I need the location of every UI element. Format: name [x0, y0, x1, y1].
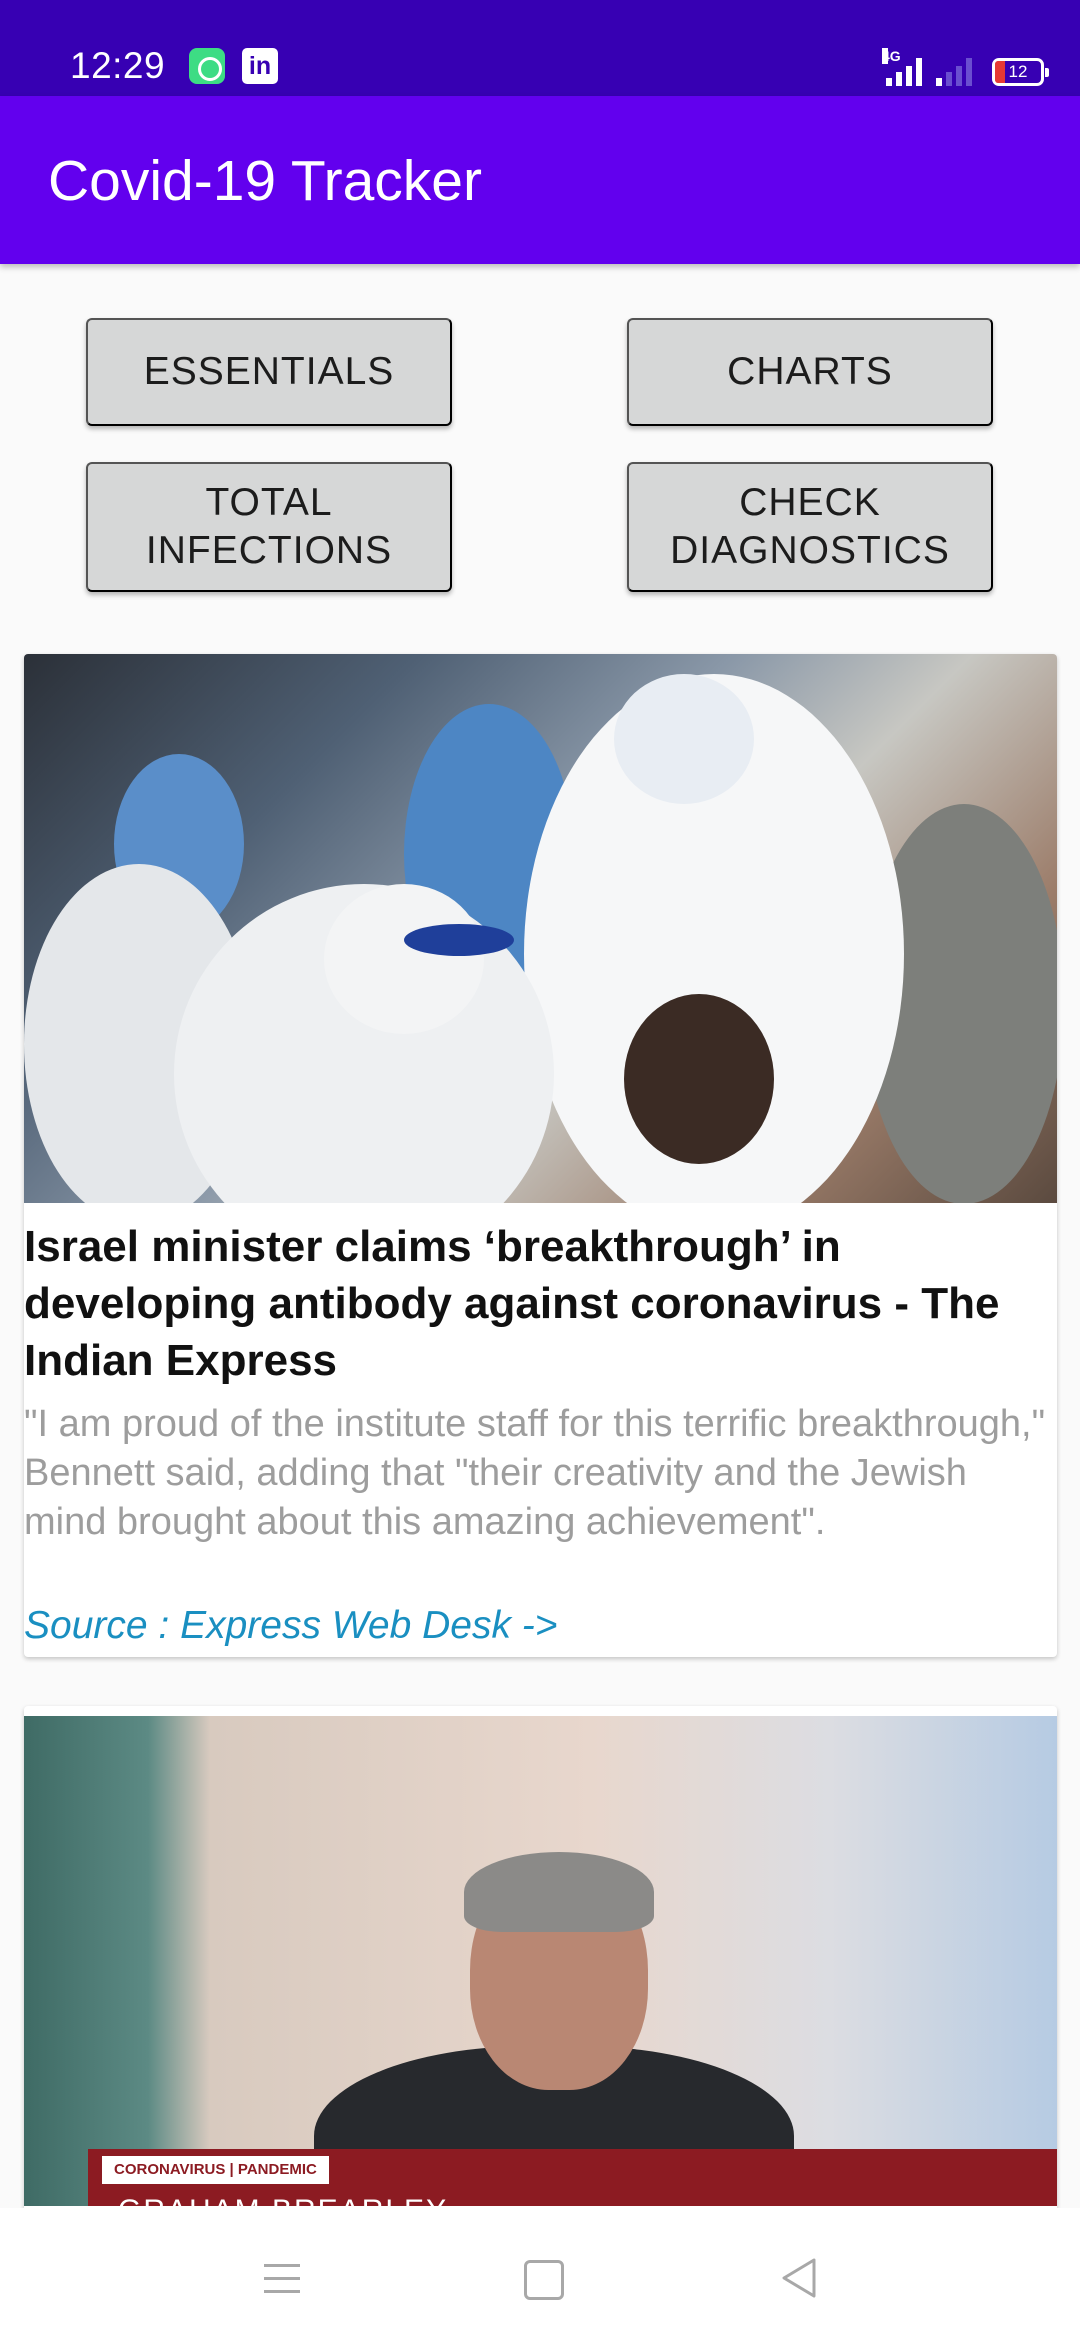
chat-bubble-icon: [189, 48, 225, 84]
check-diagnostics-button[interactable]: CHECK DIAGNOSTICS: [627, 462, 993, 592]
total-infections-button[interactable]: TOTAL INFECTIONS: [86, 462, 452, 592]
signal-no-sim-icon: [936, 56, 972, 86]
news-card[interactable]: CORONAVIRUS | PANDEMIC GRAHAM BREARLEY: [24, 1706, 1057, 2226]
status-indicators: 4G 12: [882, 46, 1049, 86]
lower-third-name: GRAHAM BREARLEY: [118, 2194, 448, 2206]
navigation-bar: [0, 2208, 1080, 2340]
news-source-link[interactable]: Source : Express Web Desk ->: [24, 1602, 558, 1650]
essentials-button[interactable]: ESSENTIALS: [86, 318, 452, 426]
battery-level: 12: [1008, 62, 1028, 81]
app-bar: Covid-19 Tracker: [0, 96, 1080, 264]
back-icon[interactable]: [770, 2248, 830, 2308]
menu-icon[interactable]: [252, 2248, 312, 2308]
news-title[interactable]: Israel minister claims ‘breakthrough’ in…: [24, 1218, 1044, 1389]
app-title: Covid-19 Tracker: [48, 149, 482, 213]
news-card[interactable]: Israel minister claims ‘breakthrough’ in…: [24, 654, 1057, 1657]
linkedin-icon: in: [242, 48, 278, 84]
signal-4g-icon: 4G: [882, 48, 922, 86]
status-bar: 12:29 in 4G 12: [0, 0, 1080, 96]
lower-third-tag: CORONAVIRUS | PANDEMIC: [102, 2156, 329, 2184]
news-description: "I am proud of the institute staff for t…: [24, 1403, 1046, 1543]
status-time: 12:29: [70, 45, 166, 86]
news-image: [24, 654, 1057, 1203]
news-image: CORONAVIRUS | PANDEMIC GRAHAM BREARLEY: [24, 1716, 1057, 2206]
charts-button[interactable]: CHARTS: [627, 318, 993, 426]
network-type-label: 4G: [882, 48, 901, 64]
battery-icon: 12: [992, 58, 1049, 86]
home-icon[interactable]: [512, 2248, 572, 2308]
